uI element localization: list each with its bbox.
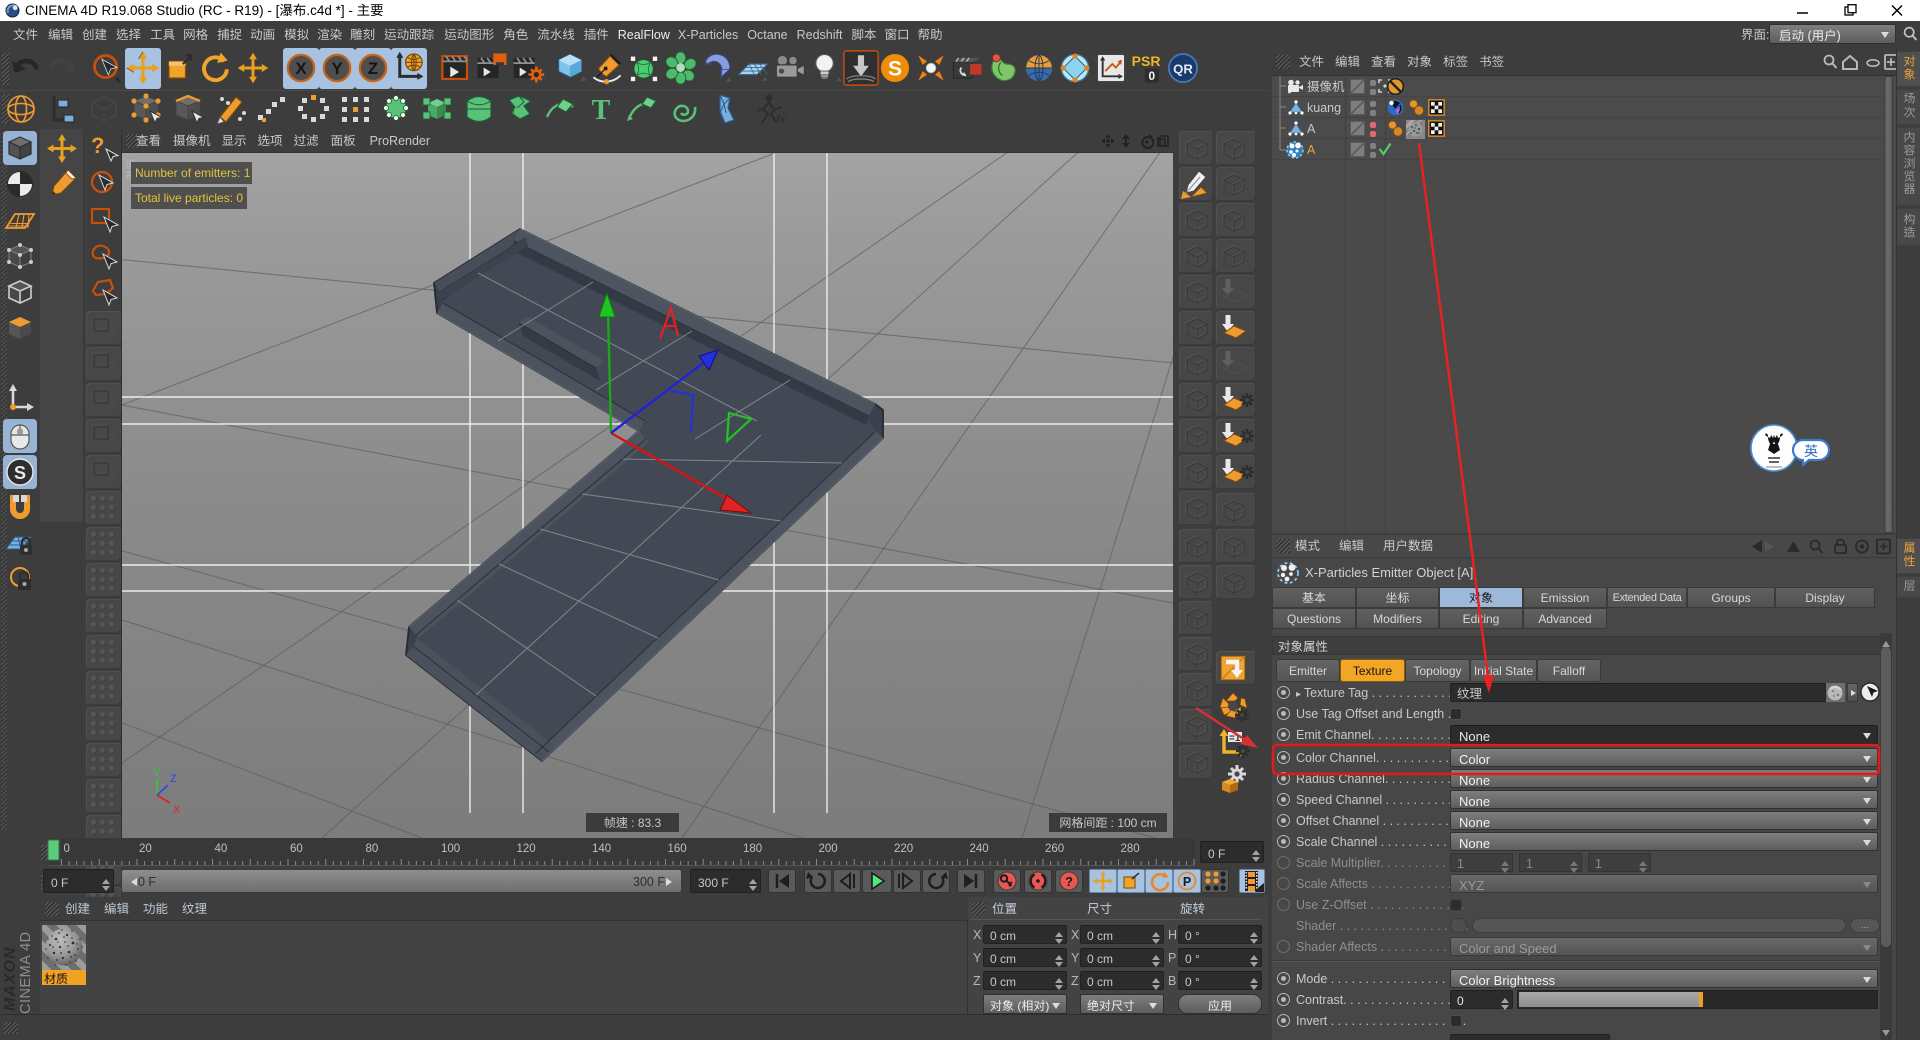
svg-text:180: 180 (743, 843, 762, 855)
svg-text:Z: Z (170, 773, 177, 785)
svg-text:X: X (173, 804, 181, 816)
svg-text:60: 60 (290, 843, 303, 855)
svg-text:240: 240 (970, 843, 989, 855)
svg-text:0: 0 (1149, 69, 1156, 83)
svg-text:280: 280 (1121, 843, 1140, 855)
svg-text:Y: Y (153, 767, 161, 779)
svg-text:Z: Z (368, 59, 378, 78)
svg-text:S: S (14, 463, 26, 483)
svg-text:200: 200 (819, 843, 838, 855)
svg-text:20: 20 (139, 843, 152, 855)
svg-text:T: T (592, 95, 611, 125)
svg-text:120: 120 (517, 843, 536, 855)
svg-text:?: ? (91, 133, 104, 158)
svg-text:S: S (888, 57, 902, 80)
svg-text:100: 100 (441, 843, 460, 855)
svg-text:fx: fx (776, 114, 787, 126)
svg-text:80: 80 (366, 843, 379, 855)
svg-text:X: X (295, 59, 306, 78)
svg-text:英: 英 (1804, 442, 1818, 459)
svg-text:=1: =1 (1229, 733, 1241, 744)
svg-text:260: 260 (1045, 843, 1064, 855)
svg-text:140: 140 (592, 843, 611, 855)
svg-text:QR: QR (1173, 62, 1193, 77)
svg-text:P: P (1183, 875, 1191, 889)
svg-text:PSR: PSR (1132, 53, 1161, 69)
svg-text:160: 160 (668, 843, 687, 855)
svg-text:0: 0 (64, 843, 70, 855)
svg-text:?: ? (1065, 874, 1073, 889)
svg-text:220: 220 (894, 843, 913, 855)
svg-text:Y: Y (331, 59, 342, 78)
svg-text:40: 40 (215, 843, 228, 855)
